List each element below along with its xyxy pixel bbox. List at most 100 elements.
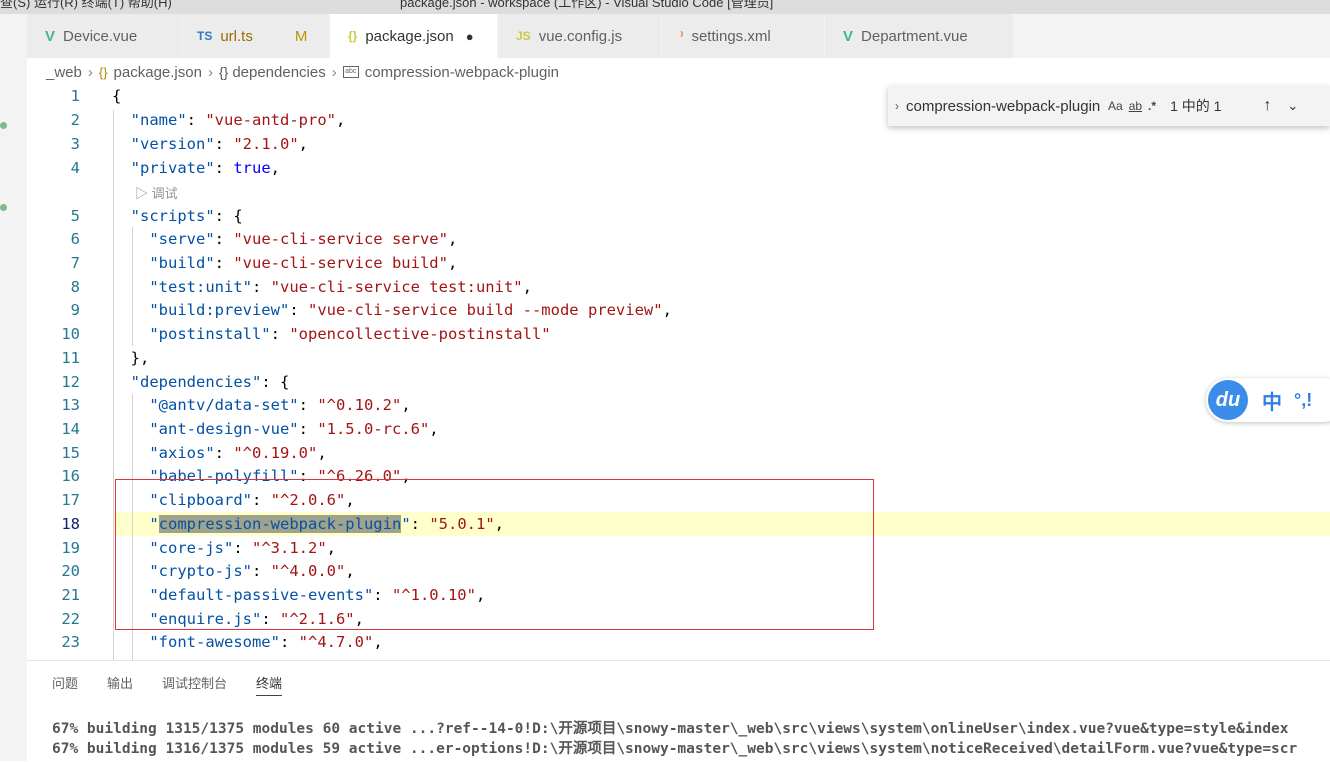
code-line[interactable]: "ant-design-vue": "1.5.0-rc.6", (112, 420, 438, 438)
regex-icon[interactable]: .* (1148, 99, 1156, 113)
code-token: "version" (130, 135, 215, 153)
tab-department-vue[interactable]: V Department.vue (825, 14, 1014, 58)
code-line[interactable]: "build": "vue-cli-service build", (112, 254, 457, 272)
title-bar: 查(S) 运行(R) 终端(T) 帮助(H) package.json - wo… (0, 0, 1330, 14)
tab-problems[interactable]: 问题 (52, 673, 78, 696)
vue-icon: V (843, 27, 854, 45)
breadcrumb-item-compression-webpack-plugin[interactable]: compression-webpack-plugin (365, 64, 559, 81)
tab-output[interactable]: 输出 (107, 673, 133, 696)
baidu-ime-logo-icon[interactable]: du (1208, 380, 1248, 420)
previous-match-arrow-up-icon[interactable]: ↑ (1263, 97, 1271, 115)
code-line[interactable]: "scripts": { (112, 207, 243, 225)
code-token: : (251, 562, 271, 580)
code-token: "vue-cli-service test:unit" (270, 278, 523, 296)
code-line[interactable]: "core-js": "^3.1.2", (112, 539, 336, 557)
code-line[interactable]: "default-passive-events": "^1.0.10", (112, 586, 485, 604)
code-line[interactable]: "font-awesome": "^4.7.0", (112, 633, 382, 651)
object-icon: {} (218, 64, 229, 80)
tab-terminal[interactable]: 终端 (256, 673, 283, 696)
tab-label: Department.vue (861, 27, 968, 45)
code-token: : (214, 444, 234, 462)
code-token: "^3.1.2" (252, 539, 327, 557)
code-token: : (261, 610, 280, 628)
code-line[interactable]: { (112, 87, 121, 105)
code-token: }, (112, 349, 150, 367)
code-line[interactable]: "clipboard": "^2.0.6", (112, 491, 354, 509)
tab-vue-config-js[interactable]: JS vue.config.js (498, 14, 662, 58)
code-line[interactable]: "enquire.js": "^2.1.6", (112, 610, 364, 628)
breadcrumb-item-dependencies[interactable]: dependencies (232, 64, 325, 81)
code-line[interactable]: "build:preview": "vue-cli-service build … (112, 301, 672, 319)
git-change-marker (0, 122, 7, 129)
tab-url-ts[interactable]: TS url.ts M (183, 14, 330, 58)
code-token: : (233, 539, 252, 557)
unsaved-dot-icon[interactable]: ● (466, 29, 474, 44)
line-number: 9 (70, 301, 80, 319)
code-line[interactable]: "babel-polyfill": "^6.26.0", (112, 467, 410, 485)
next-match-chevron-down-icon[interactable]: ⌄ (1287, 98, 1298, 114)
string-icon: abc (342, 66, 359, 78)
code-token: "^0.10.2" (317, 396, 402, 414)
code-line[interactable]: "name": "vue-antd-pro", (112, 111, 346, 129)
code-line[interactable]: "version": "2.1.0", (112, 135, 308, 153)
code-token: " (149, 515, 159, 533)
code-line[interactable]: "axios": "^0.19.0", (112, 444, 327, 462)
code-editor[interactable]: ▷ 调试 1 {2 "name": "vue-antd-pro", 3 "versi… (27, 86, 1330, 660)
code-token: , (354, 610, 364, 628)
ime-toolbar[interactable]: du 中 °,! (1206, 378, 1330, 422)
code-token: "^1.0.10" (391, 586, 476, 604)
code-line[interactable]: }, (112, 349, 150, 367)
breadcrumb-item-package-json[interactable]: package.json (114, 64, 202, 81)
code-token: "private" (130, 159, 215, 177)
tab-label: Device.vue (63, 27, 138, 45)
code-line[interactable]: "dependencies": { (112, 373, 290, 391)
code-token: , (326, 539, 336, 557)
breadcrumb-item-web[interactable]: _web (46, 64, 82, 81)
line-number: 17 (61, 491, 80, 509)
code-line[interactable]: "serve": "vue-cli-service serve", (112, 230, 457, 248)
code-line[interactable]: "test:unit": "vue-cli-service test:unit"… (112, 278, 532, 296)
tab-device-vue[interactable]: V Device.vue (27, 14, 183, 58)
ime-mode-toggle[interactable]: 中 (1262, 386, 1282, 415)
match-case-icon[interactable]: Aa (1108, 99, 1123, 113)
tab-package-json[interactable]: {} package.json ● (330, 14, 498, 58)
code-token: "dependencies" (130, 373, 262, 391)
code-token: "vue-antd-pro" (205, 111, 336, 129)
find-input[interactable]: compression-webpack-plugin (906, 98, 1102, 115)
code-line[interactable]: "crypto-js": "^4.0.0", (112, 562, 354, 580)
terminal-line: 67% building 1315/1375 modules 60 active… (52, 721, 1289, 737)
tab-label: package.json (365, 27, 454, 45)
code-token: , (662, 301, 672, 319)
line-number: 20 (61, 562, 80, 580)
code-line[interactable]: "private": true, (112, 159, 280, 177)
toggle-replace-chevron-icon[interactable]: › (888, 99, 906, 113)
tab-debug-console[interactable]: 调试控制台 (162, 673, 227, 696)
line-number: 5 (70, 207, 80, 225)
code-token: "babel-polyfill" (149, 467, 299, 485)
code-line[interactable]: "compression-webpack-plugin": "5.0.1", (112, 515, 504, 533)
code-token: "1.5.0-rc.6" (317, 420, 430, 438)
whole-word-icon[interactable]: ab (1129, 99, 1142, 113)
ime-punctuation-toggle[interactable]: °,! (1294, 390, 1312, 411)
search-match-highlight: compression-webpack-plugin (158, 515, 402, 533)
code-token: "5.0.1" (429, 515, 495, 533)
tab-settings-xml[interactable]: ⁾ settings.xml (662, 14, 825, 58)
code-token: , (401, 396, 411, 414)
json-icon: {} (98, 64, 108, 80)
code-line[interactable]: "postinstall": "opencollective-postinsta… (112, 325, 550, 343)
code-token: , (447, 230, 458, 248)
code-line[interactable]: "@antv/data-set": "^0.10.2", (112, 396, 411, 414)
bottom-panel: 问题 输出 调试控制台 终端 67% building 1315/1375 mo… (27, 660, 1330, 762)
debug-codelens[interactable]: ▷ 调试 (135, 183, 178, 202)
line-number: 4 (70, 159, 80, 177)
code-token: , (317, 444, 327, 462)
